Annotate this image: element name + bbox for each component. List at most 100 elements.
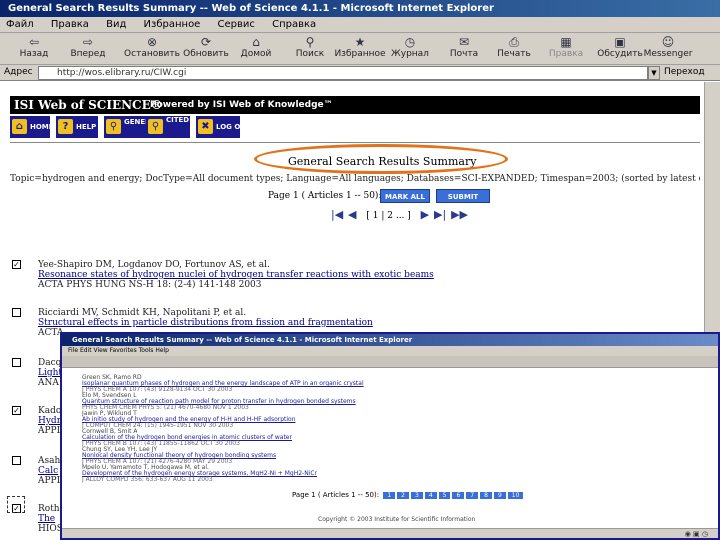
overlay-screenshot-window: General Search Results Summary -- Web of… (60, 332, 720, 540)
stop-button[interactable]: ⊗ Остановить (122, 35, 182, 59)
skip-page-icon[interactable]: ▶▶ (451, 208, 468, 221)
stop-icon: ⊗ (146, 35, 158, 49)
last-page-icon[interactable]: ▶| (434, 208, 446, 221)
menu-view[interactable]: Вид (106, 19, 126, 30)
overlay-titlebar: General Search Results Summary -- Web of… (62, 334, 718, 346)
help-icon: ? (58, 119, 73, 134)
overlay-menu: File Edit View Favorites Tools Help (62, 346, 718, 356)
record-title-link[interactable]: Structural effects in particle distribut… (38, 318, 373, 328)
record-checkbox[interactable] (12, 358, 21, 367)
address-dropdown-icon[interactable]: ▼ (648, 66, 660, 80)
record-source: APPL (38, 476, 63, 486)
discuss-icon: ▣ (614, 35, 626, 49)
record-title-link[interactable]: Light (38, 368, 62, 378)
menu-favorites[interactable]: Избранное (144, 19, 201, 30)
menu-bar: Файл Правка Вид Избранное Сервис Справка (0, 17, 720, 33)
messenger-button[interactable]: ☺ Messenger (638, 35, 698, 59)
overlay-page-pill[interactable]: 5 (438, 492, 451, 499)
home-icon: ⌂ (12, 119, 27, 134)
back-button[interactable]: ⇦ Назад (4, 35, 64, 59)
next-page-icon[interactable]: ▶ (421, 208, 429, 221)
logoff-icon: ✖ (198, 119, 213, 134)
overlay-page-pill[interactable]: 6 (452, 492, 465, 499)
record-source: ANA (38, 378, 59, 388)
address-label: Адрес (4, 67, 33, 77)
overlay-toolbar (62, 356, 718, 368)
overlay-page-pill[interactable]: 3 (410, 492, 423, 499)
overlay-page-pill[interactable]: 2 (397, 492, 409, 499)
browser-toolbar: ⇦ Назад ⇨ Вперед ⊗ Остановить ⟳ Обновить ⌂ До… (0, 33, 720, 65)
wos-nav: ⌂HOME ?HELP ⚲GENERAL SEARCH ⚲CITED REF S… (10, 116, 700, 138)
overlay-page-pill[interactable]: 4 (424, 492, 437, 499)
record-authors: Ricciardi MV, Schmidt KH, Napolitani P, … (38, 308, 247, 318)
isi-header: ISI Web of SCIENCE® Powered by ISI Web o… (10, 96, 700, 114)
overlay-page-pill[interactable]: 10 (507, 492, 524, 499)
record-checkbox[interactable] (12, 456, 21, 465)
menu-edit[interactable]: Правка (51, 19, 89, 30)
home-button[interactable]: ⌂ Домой (226, 35, 286, 59)
nav-home[interactable]: ⌂ HOME (10, 116, 54, 138)
focus-outline (7, 496, 25, 513)
overlay-page-pill[interactable]: 1 (383, 492, 396, 499)
print-icon: ⎙ (509, 35, 519, 49)
mail-icon: ✉ (458, 35, 470, 49)
overlay-page-info: Page 1 ( Articles 1 -- 50): (292, 491, 380, 499)
pager: |◀ ◀ [ 1 | 2 ... ] ▶ ▶| ▶▶ (330, 208, 469, 221)
window-titlebar: General Search Results Summary -- Web of… (0, 0, 720, 17)
overlay-page-pills: 1 2 3 4 5 6 7 8 9 10 (381, 491, 524, 499)
prev-page-icon[interactable]: ◀ (348, 208, 356, 221)
nav-log-off[interactable]: ✖ LOG OFF (196, 116, 250, 138)
messenger-icon: ☺ (661, 35, 675, 49)
record-title-link[interactable]: Calc (38, 466, 58, 476)
isi-logo: ISI Web of SCIENCE® (14, 98, 163, 112)
window-title: General Search Results Summary -- Web of… (8, 3, 494, 14)
print-button[interactable]: ⎙ Печать (484, 35, 544, 59)
history-icon: ◷ (404, 35, 416, 49)
menu-file[interactable]: Файл (6, 19, 34, 30)
overlay-statusbar: ◉ ▣ ◷ (62, 528, 718, 538)
home-icon: ⌂ (252, 35, 260, 49)
divider (10, 142, 700, 143)
favorites-icon: ★ (354, 35, 366, 49)
overlay-page-pill[interactable]: 8 (480, 492, 492, 499)
edit-icon: ▦ (560, 35, 572, 49)
go-button[interactable]: Переход (664, 67, 705, 77)
highlight-ellipse (254, 144, 508, 174)
forward-arrow-icon: ⇨ (82, 35, 94, 49)
record-title-link[interactable]: Resonance states of hydrogen nuclei of h… (38, 270, 434, 280)
refresh-icon: ⟳ (200, 35, 212, 49)
menu-help[interactable]: Справка (272, 19, 316, 30)
magnifier-icon: ⚲ (148, 119, 163, 134)
record-source: APPL (38, 426, 63, 436)
address-bar: Адрес http://wos.elibrary.ru/CIW.cgi ▼ П… (0, 65, 720, 81)
powered-by: Powered by ISI Web of Knowledge™ (150, 100, 333, 110)
search-query: Topic=hydrogen and energy; DocType=All d… (10, 174, 700, 184)
forward-button[interactable]: ⇨ Вперед (58, 35, 118, 59)
search-icon: ⚲ (305, 35, 315, 49)
record-checkbox[interactable]: ✓ (12, 406, 21, 415)
magnifier-icon: ⚲ (106, 119, 121, 134)
address-input[interactable]: http://wos.elibrary.ru/CIW.cgi (38, 66, 648, 80)
back-arrow-icon: ⇦ (28, 35, 40, 49)
overlay-pager: Page 1 ( Articles 1 -- 50): 1 2 3 4 5 6 7 8 9 10 (292, 491, 524, 499)
submit-marks-button[interactable]: SUBMIT MARKS (436, 189, 490, 215)
overlay-page-pill[interactable]: 9 (493, 492, 506, 499)
first-page-icon[interactable]: |◀ (331, 208, 343, 221)
nav-general-search[interactable]: ⚲GENERAL SEARCH (104, 116, 195, 138)
nav-cited-ref-search[interactable]: ⚲CITED REF SEARCH (146, 116, 241, 138)
overlay-record-source: J ALLOY COMPD 356: 633-637 AUG 11 2003 (82, 476, 213, 483)
menu-tools[interactable]: Сервис (218, 19, 255, 30)
overlay-page-pill[interactable]: 7 (466, 492, 479, 499)
overlay-copyright: Copyright © 2003 Institute for Scientifi… (318, 516, 476, 523)
nav-help[interactable]: ? HELP (56, 116, 98, 138)
page-info: Page 1 ( Articles 1 -- 50): (268, 191, 382, 201)
edit-button[interactable]: ▦ Правка (536, 35, 596, 59)
record-checkbox[interactable] (12, 308, 21, 317)
mark-all-button[interactable]: MARK ALL (380, 189, 430, 203)
record-title-link[interactable]: The (38, 514, 55, 524)
overlay-status-icons: ◉ ▣ ◷ (684, 530, 708, 538)
record-checkbox[interactable]: ✓ (12, 260, 21, 269)
record-authors: Yee-Shapiro DM, Logdanov DO, Fortunov AS… (38, 260, 270, 270)
history-button[interactable]: ◷ Журнал (380, 35, 440, 59)
page-numbers[interactable]: [ 1 | 2 ... ] (366, 211, 410, 221)
